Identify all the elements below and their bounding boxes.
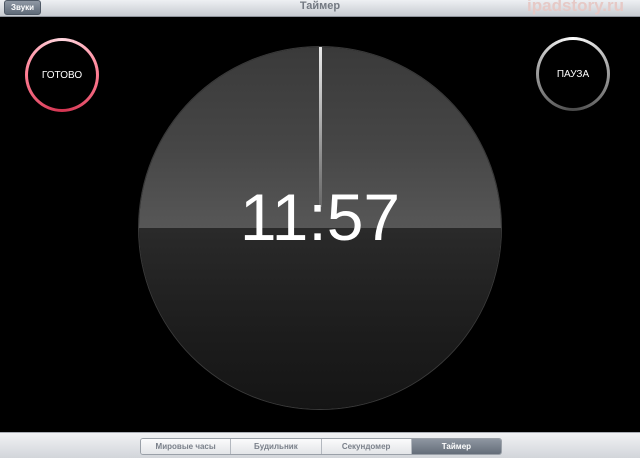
done-button[interactable]: ГОТОВО <box>25 38 99 112</box>
timer-readout: 11:57 <box>239 180 401 254</box>
bottom-toolbar: Мировые часы Будильник Секундомер Таймер <box>0 432 640 458</box>
done-button-label: ГОТОВО <box>41 69 83 81</box>
tab-timer[interactable]: Таймер <box>411 439 501 454</box>
watermark: ipadstory.ru <box>527 0 624 15</box>
pause-button-label: ПАУЗА <box>556 68 590 80</box>
tab-stopwatch[interactable]: Секундомер <box>321 439 412 454</box>
navigation-bar: Звуки Таймер ipadstory.ru <box>0 0 640 17</box>
tab-world-clock[interactable]: Мировые часы <box>141 439 232 454</box>
pause-button[interactable]: ПАУЗА <box>536 37 610 111</box>
clock-mode-segmented-control: Мировые часы Будильник Секундомер Таймер <box>140 438 502 455</box>
tab-alarm[interactable]: Будильник <box>231 439 322 454</box>
timer-dial: 11:57 <box>139 47 501 409</box>
